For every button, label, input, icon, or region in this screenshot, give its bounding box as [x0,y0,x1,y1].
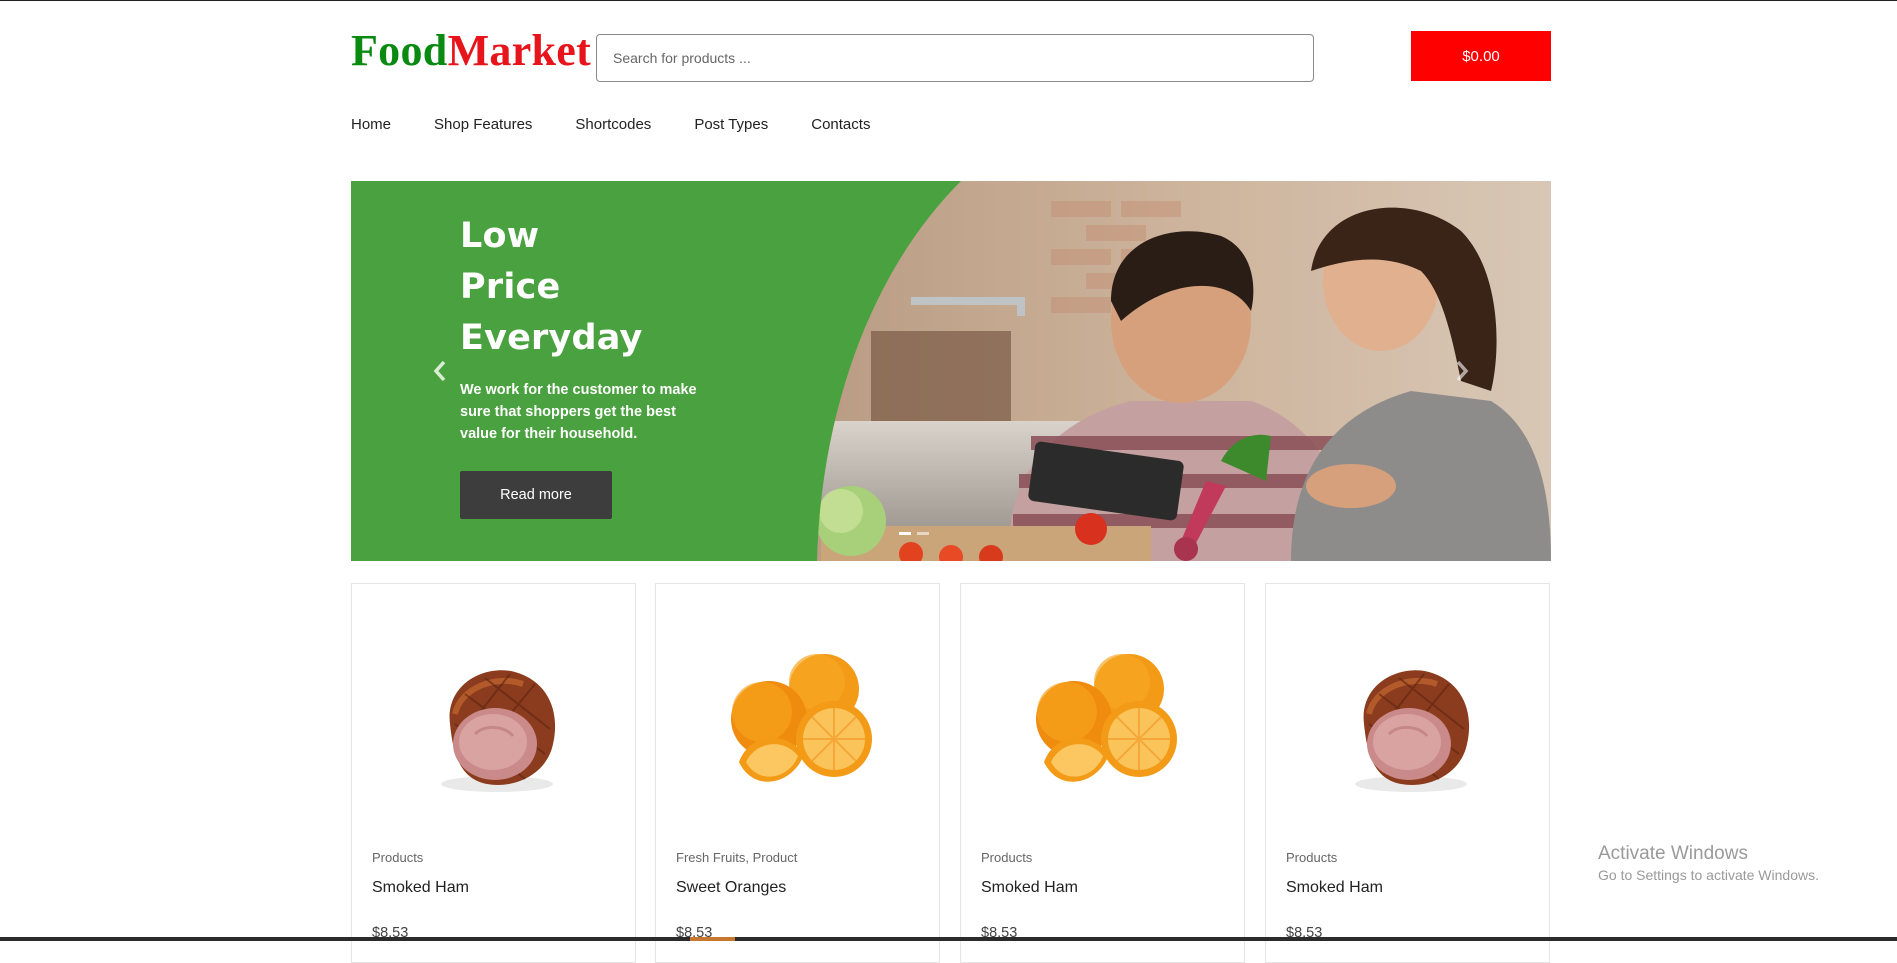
nav-shortcodes[interactable]: Shortcodes [575,116,651,133]
product-name[interactable]: Sweet Oranges [676,879,786,897]
cart-button[interactable]: $0.00 [1411,31,1551,81]
product-card[interactable]: Fresh Fruits, Product Sweet Oranges $8.5… [655,583,940,963]
logo-part-food: Food [351,26,448,75]
logo-part-market: Market [447,26,592,75]
watermark-subtitle: Go to Settings to activate Windows. [1598,867,1819,883]
product-name[interactable]: Smoked Ham [1286,879,1383,897]
main-nav: Home Shop Features Shortcodes Post Types… [351,116,913,133]
hero-title: Low Price Everyday [460,211,643,364]
read-more-button[interactable]: Read more [460,471,612,519]
watermark-title: Activate Windows [1598,843,1748,864]
oranges-image [730,654,872,782]
product-category[interactable]: Fresh Fruits, Product [676,850,797,865]
product-card[interactable]: Products Smoked Ham $8.53 [960,583,1245,963]
slider-dot[interactable] [899,532,911,535]
hero-title-line: Everyday [460,318,643,358]
slider-dot[interactable] [917,532,929,535]
chevron-left-icon [433,360,446,382]
ham-image [440,670,555,792]
hero-description: We work for the customer to make sure th… [460,382,697,442]
hero-title-line: Price [460,267,561,307]
slider-dots [899,532,929,535]
product-category[interactable]: Products [981,850,1032,865]
product-card[interactable]: Products Smoked Ham $8.53 [1265,583,1550,963]
oranges-image [1035,654,1177,782]
nav-home[interactable]: Home [351,116,391,133]
ham-image [1354,670,1469,792]
hero-title-line: Low [460,216,540,256]
search-input[interactable] [596,34,1314,82]
product-name[interactable]: Smoked Ham [372,879,469,897]
site-logo[interactable]: FoodMarket [351,26,591,76]
nav-shop-features[interactable]: Shop Features [434,116,532,133]
product-category[interactable]: Products [372,850,423,865]
slider-prev-button[interactable] [425,356,455,386]
nav-contacts[interactable]: Contacts [811,116,870,133]
product-image-sweet-oranges [656,644,941,814]
page-bottom-bar [0,937,1897,941]
page-bottom-accent [690,937,735,941]
product-image-smoked-ham [352,644,637,814]
product-category[interactable]: Products [1286,850,1337,865]
product-name[interactable]: Smoked Ham [981,879,1078,897]
product-card[interactable]: Products Smoked Ham $8.53 [351,583,636,963]
product-image-sweet-oranges [961,644,1246,814]
hero-slider: Low Price Everyday We work for the custo… [351,181,1551,561]
chevron-right-icon [1456,360,1469,382]
slider-next-button[interactable] [1447,356,1477,386]
activate-windows-watermark: Activate Windows Go to Settings to activ… [1598,843,1819,883]
top-border [0,0,1897,1]
nav-post-types[interactable]: Post Types [694,116,768,133]
product-image-smoked-ham [1266,644,1551,814]
